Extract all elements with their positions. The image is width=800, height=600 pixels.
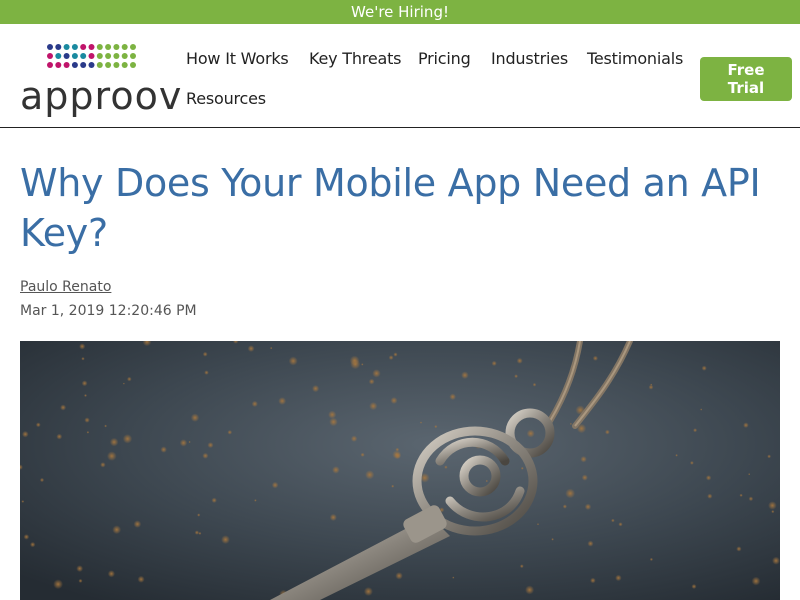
publish-date: Mar 1, 2019 12:20:46 PM xyxy=(20,303,197,319)
free-trial-button[interactable]: Free Trial xyxy=(700,57,792,101)
hiring-banner[interactable]: We're Hiring! xyxy=(0,0,800,24)
article-title: Why Does Your Mobile App Need an API Key… xyxy=(20,161,761,255)
nav-pricing[interactable]: Pricing xyxy=(418,49,471,68)
key-illustration xyxy=(20,341,780,600)
approov-logo[interactable]: approov xyxy=(20,42,181,118)
logo-wordmark: approov xyxy=(20,74,183,118)
nav-testimonials[interactable]: Testimonials xyxy=(587,49,683,68)
free-trial-label-line2: Trial xyxy=(727,79,765,97)
author-link[interactable]: Paulo Renato xyxy=(20,279,111,295)
free-trial-label-line1: Free xyxy=(727,61,765,79)
nav-industries[interactable]: Industries xyxy=(491,49,568,68)
approov-dots-icon xyxy=(47,44,136,68)
site-header: approov How It Works Key Threats Pricing… xyxy=(0,24,800,128)
nav-resources[interactable]: Resources xyxy=(186,89,266,108)
hero-image xyxy=(20,341,780,600)
nav-key-threats[interactable]: Key Threats xyxy=(309,49,401,68)
nav-how-it-works[interactable]: How It Works xyxy=(186,49,289,68)
